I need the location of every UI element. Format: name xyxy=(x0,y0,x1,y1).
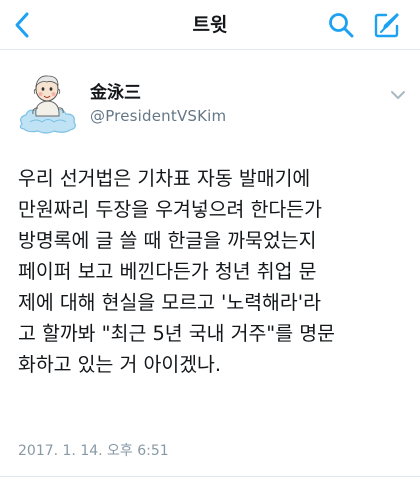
tweet-text-line: 우리 선거법은 기차표 자동 발매기에 xyxy=(18,167,311,190)
chevron-down-icon xyxy=(391,91,405,99)
tweet-text-line: 만원짜리 두장을 우겨넣으려 한다든가 xyxy=(18,198,322,221)
tweet-text-line: 화하고 있는 거 아이겠나. xyxy=(18,353,222,376)
author-handle[interactable]: @PresidentVSKim xyxy=(90,106,226,126)
tweet-menu-button[interactable] xyxy=(386,84,410,106)
search-button[interactable] xyxy=(324,8,358,42)
tweet-author: 金泳三 @PresidentVSKim xyxy=(90,82,226,126)
tweet-text-line: 고 할까봐 "최근 5년 국내 거주"를 명문 xyxy=(18,322,335,345)
cartoon-avatar-icon xyxy=(19,75,76,134)
compose-tweet-icon xyxy=(374,13,399,38)
tweet-text: 우리 선거법은 기차표 자동 발매기에 만원짜리 두장을 우겨넣으려 한다든가 … xyxy=(18,163,412,380)
top-navigation-bar: 트윗 xyxy=(0,0,420,50)
tweet-timestamp: 2017. 1. 14. 오후 6:51 xyxy=(18,443,169,459)
tweet-text-line: 페이퍼 보고 베낀다든가 청년 취업 문 xyxy=(18,260,317,283)
tweet-text-line: 제에 대해 현실을 모르고 '노력해라'라 xyxy=(18,291,321,314)
divider xyxy=(0,476,420,477)
author-display-name[interactable]: 金泳三 xyxy=(90,82,226,104)
tweet-detail-screen: 트윗 金泳三 @PresidentVSKim 우리 선거법은 기차표 자동 발매… xyxy=(0,0,420,490)
search-icon xyxy=(329,13,354,38)
compose-tweet-button[interactable] xyxy=(370,8,404,42)
avatar[interactable] xyxy=(16,70,80,136)
chevron-left-icon xyxy=(15,12,29,38)
tweet-text-line: 방명록에 글 쓸 때 한글을 까묵었는지 xyxy=(18,229,317,252)
back-button[interactable] xyxy=(6,8,38,42)
